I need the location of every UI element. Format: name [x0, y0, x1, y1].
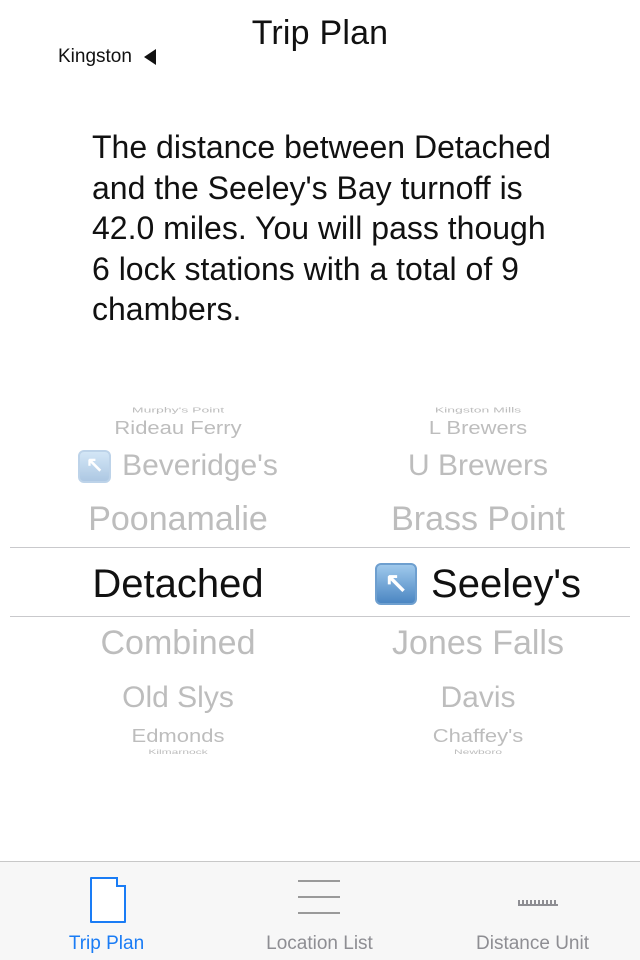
tab-bar: Trip Plan Location List Distance Unit — [0, 861, 640, 960]
picker-row-label: Beveridge's — [122, 449, 278, 482]
picker-row[interactable]: Edmonds — [28, 724, 328, 747]
tab-label: Distance Unit — [476, 933, 589, 954]
document-icon — [90, 877, 126, 923]
picker-row[interactable]: Murphy's Point — [28, 406, 328, 414]
picker-row-label: Newboro — [453, 748, 503, 756]
picker-row-label: Chaffey's — [432, 724, 524, 747]
picker-row-label: Detached — [92, 561, 264, 606]
arrow-up-left-icon: ↖ — [375, 563, 418, 605]
picker-row-label: Kilmarnock — [148, 748, 208, 756]
back-button[interactable]: Kingston — [58, 46, 156, 68]
tab-label: Location List — [266, 933, 373, 954]
picker-row[interactable]: Old Slys — [28, 678, 328, 718]
start-location-wheel[interactable]: Murphy's Point Rideau Ferry ↖ Beveridge's Po… — [28, 400, 328, 760]
picker-row[interactable]: Rideau Ferry — [28, 416, 328, 439]
picker-row[interactable]: Detached — [28, 560, 328, 608]
picker-row-label: Murphy's Point — [131, 406, 225, 414]
tab-distance-unit[interactable]: Distance Unit — [426, 862, 639, 960]
back-button-label: Kingston — [58, 46, 132, 67]
picker-row-label: L Brewers — [428, 416, 528, 439]
picker-row-label: Jones Falls — [392, 623, 564, 662]
triangle-left-icon — [143, 49, 156, 65]
picker-row[interactable]: Combined — [28, 622, 328, 664]
tab-label: Trip Plan — [68, 933, 145, 954]
picker-row[interactable]: Newboro — [328, 748, 628, 756]
arrow-up-left-icon: ↖ — [78, 449, 112, 483]
picker-row[interactable]: Jones Falls — [328, 622, 628, 664]
picker-row[interactable]: U Brewers — [328, 446, 628, 486]
picker-row[interactable]: Davis — [328, 678, 628, 718]
picker-row-label: Poonamalie — [88, 499, 268, 538]
picker-row[interactable]: ↖ Beveridge's — [28, 446, 328, 486]
picker-row-label: Kingston Mills — [434, 406, 522, 414]
picker-row-label: Combined — [100, 623, 256, 662]
picker-row-label: U Brewers — [407, 449, 549, 482]
list-icon — [298, 880, 340, 914]
picker-row-label: Rideau Ferry — [114, 416, 242, 439]
picker-row[interactable]: Poonamalie — [28, 498, 328, 540]
trip-description: The distance between Detached and the Se… — [92, 129, 551, 327]
tab-trip-plan[interactable]: Trip Plan — [0, 862, 213, 960]
picker-row-label: Edmonds — [131, 724, 225, 747]
picker-row[interactable]: Kingston Mills — [328, 406, 628, 414]
picker-row[interactable]: Brass Point — [328, 498, 628, 540]
location-picker[interactable]: Murphy's Point Rideau Ferry ↖ Beveridge's Po… — [10, 400, 630, 760]
end-location-wheel[interactable]: Kingston Mills L Brewers U Brewers Brass Po… — [328, 400, 628, 760]
picker-row-label: Old Slys — [122, 681, 234, 714]
tab-location-list[interactable]: Location List — [213, 862, 426, 960]
ruler-icon — [518, 900, 558, 906]
picker-row-label: Davis — [440, 681, 516, 714]
picker-row[interactable]: Kilmarnock — [28, 748, 328, 756]
picker-row-label: Brass Point — [391, 499, 565, 538]
picker-row[interactable]: ↖ Seeley's — [328, 560, 628, 608]
picker-row[interactable]: Chaffey's — [328, 724, 628, 747]
picker-row-label: Seeley's — [431, 561, 581, 606]
picker-row[interactable]: L Brewers — [328, 416, 628, 439]
